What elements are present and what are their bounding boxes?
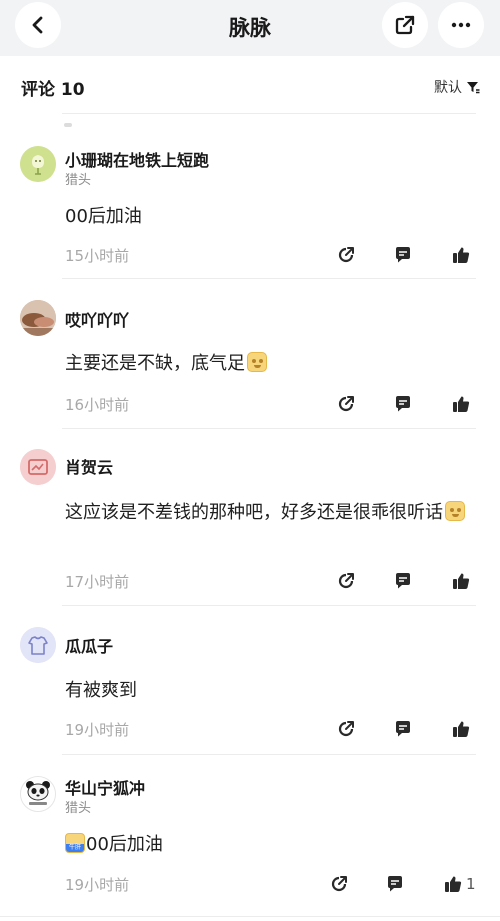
comment-text-body: 这应该是不差钱的那种吧，好多还是很乖很听话	[65, 502, 443, 523]
like-button[interactable]	[450, 244, 472, 266]
comments-header: 评论 10 默认	[0, 56, 500, 114]
sort-label: 默认	[434, 80, 462, 96]
comment-icon	[396, 721, 410, 737]
repost-button[interactable]	[335, 718, 357, 740]
comment-icon	[396, 573, 410, 589]
smile-emoji-icon	[247, 352, 267, 372]
avatar-plant-icon	[20, 146, 56, 182]
divider	[62, 113, 476, 114]
comment-text: 牛肝 00后加油	[65, 830, 475, 859]
repost-button[interactable]	[335, 393, 357, 415]
like-button[interactable]	[450, 570, 472, 592]
avatar-card-icon	[20, 449, 56, 485]
comment-time: 16小时前	[65, 396, 130, 414]
comment-icon	[396, 396, 410, 412]
comment-author-name[interactable]: 肖贺云	[65, 454, 113, 478]
repost-button[interactable]	[328, 873, 350, 895]
like-button[interactable]	[442, 873, 464, 895]
more-icon	[451, 22, 471, 28]
smile-emoji-icon	[445, 501, 465, 521]
previous-comment-remnant	[64, 123, 72, 127]
reply-button[interactable]	[392, 570, 414, 592]
comment-text: 00后加油	[65, 206, 142, 227]
emoji-badge-text: 牛肝	[66, 844, 84, 852]
repost-icon	[331, 876, 347, 892]
divider	[62, 278, 476, 279]
avatar[interactable]	[20, 776, 56, 812]
comment-item: 小珊瑚在地铁上短跑 猎头 00后加油 15小时前	[0, 130, 500, 280]
comment-text: 这应该是不差钱的那种吧，好多还是很乖很听话	[65, 498, 475, 527]
comment-author-name[interactable]: 华山宁狐冲	[65, 775, 145, 799]
niu-emoji-icon: 牛肝	[65, 833, 85, 853]
repost-icon	[338, 573, 354, 589]
comment-text: 有被爽到	[65, 680, 137, 701]
avatar-panda-icon	[21, 777, 55, 811]
reply-button[interactable]	[392, 244, 414, 266]
more-options-button[interactable]	[438, 2, 484, 48]
reply-button[interactable]	[392, 393, 414, 415]
comment-author-title: 猎头	[65, 801, 92, 816]
top-navigation-bar: 脉脉	[0, 0, 500, 56]
avatar[interactable]	[20, 627, 56, 663]
like-button[interactable]	[450, 718, 472, 740]
comment-author-name[interactable]: 小珊瑚在地铁上短跑	[65, 147, 209, 171]
divider	[62, 605, 476, 606]
avatar-photo-icon	[20, 300, 56, 336]
comment-item: 哎吖吖吖 主要还是不缺，底气足 16小时前	[0, 284, 500, 429]
sort-dropdown[interactable]: 默认	[434, 77, 480, 97]
avatar[interactable]	[20, 146, 56, 182]
repost-icon	[338, 721, 354, 737]
avatar[interactable]	[20, 300, 56, 336]
divider	[62, 428, 476, 429]
divider	[62, 754, 476, 755]
comment-text: 主要还是不缺，底气足	[65, 349, 475, 378]
comment-time: 15小时前	[65, 247, 130, 265]
comment-author-name[interactable]: 哎吖吖吖	[65, 307, 129, 331]
thumbs-up-icon	[453, 247, 470, 263]
thumbs-up-icon	[445, 876, 462, 892]
thumbs-up-icon	[453, 573, 470, 589]
divider	[0, 916, 500, 917]
avatar-shirt-icon	[20, 627, 56, 663]
avatar[interactable]	[20, 449, 56, 485]
filter-icon	[467, 82, 480, 94]
comment-author-title: 猎头	[65, 173, 92, 188]
repost-button[interactable]	[335, 570, 357, 592]
share-icon	[395, 15, 415, 35]
thumbs-up-icon	[453, 721, 470, 737]
comment-item: 华山宁狐冲 猎头 牛肝 00后加油 19小时前 1	[0, 760, 500, 915]
repost-icon	[338, 396, 354, 412]
thumbs-up-icon	[453, 396, 470, 412]
repost-button[interactable]	[335, 244, 357, 266]
comment-item: 肖贺云 这应该是不差钱的那种吧，好多还是很乖很听话 17小时前	[0, 434, 500, 604]
comment-icon	[388, 876, 402, 892]
comment-time: 17小时前	[65, 573, 130, 591]
like-count: 1	[466, 875, 476, 893]
comment-count-label: 评论 10	[21, 80, 85, 100]
comment-author-name[interactable]: 瓜瓜子	[65, 633, 113, 657]
comment-item: 瓜瓜子 有被爽到 19小时前	[0, 611, 500, 756]
comment-text-body: 00后加油	[86, 834, 163, 855]
like-button[interactable]	[450, 393, 472, 415]
repost-icon	[338, 247, 354, 263]
comment-time: 19小时前	[65, 721, 130, 739]
comment-time: 19小时前	[65, 876, 130, 894]
comment-icon	[396, 247, 410, 263]
comment-text-body: 主要还是不缺，底气足	[65, 353, 245, 374]
reply-button[interactable]	[392, 718, 414, 740]
reply-button[interactable]	[384, 873, 406, 895]
share-button[interactable]	[382, 2, 428, 48]
